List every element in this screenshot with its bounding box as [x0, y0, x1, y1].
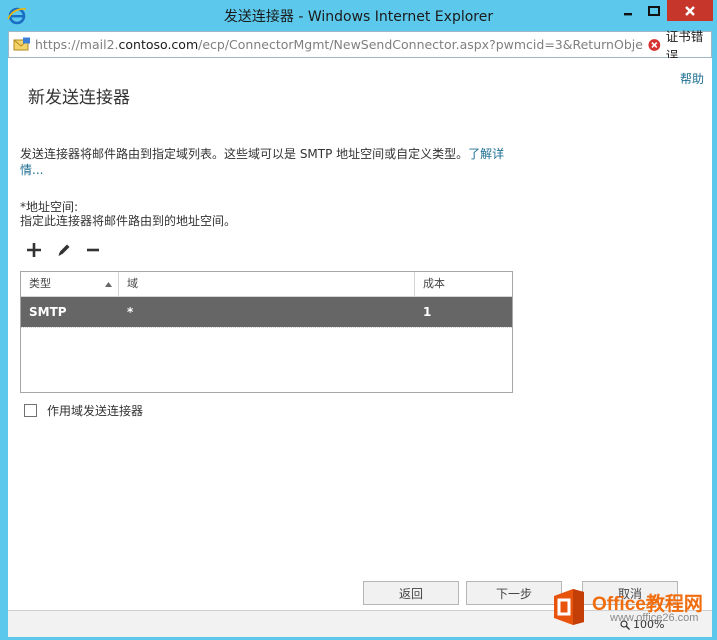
description: 发送连接器将邮件路由到指定域列表。这些域可以是 SMTP 地址空间或自定义类型。…	[20, 146, 510, 178]
column-header-type[interactable]: 类型	[21, 272, 119, 296]
address-space-label-block: *地址空间: 指定此连接器将邮件路由到的地址空间。	[20, 200, 236, 228]
edit-button[interactable]	[54, 240, 74, 260]
next-button[interactable]: 下一步	[466, 581, 562, 605]
help-link[interactable]: 帮助	[680, 70, 704, 87]
plus-icon	[27, 243, 41, 257]
cell-type: SMTP	[29, 305, 67, 319]
page-title: 新发送连接器	[28, 88, 130, 108]
minimize-icon	[624, 12, 632, 15]
minus-icon	[87, 248, 99, 252]
cell-cost: 1	[423, 305, 432, 319]
grid-header: 类型 域 成本	[21, 272, 512, 297]
column-header-domain-label: 域	[127, 277, 138, 290]
close-button[interactable]	[667, 0, 713, 21]
page-mail-icon	[13, 37, 30, 51]
address-url[interactable]: https://mail2.contoso.com/ecp/ConnectorM…	[35, 37, 643, 52]
minimize-button[interactable]	[615, 0, 641, 21]
pencil-icon	[58, 244, 70, 256]
address-bar[interactable]: https://mail2.contoso.com/ecp/ConnectorM…	[8, 29, 712, 63]
address-space-label: *地址空间:	[20, 200, 79, 214]
column-header-cost[interactable]: 成本	[415, 272, 512, 296]
url-path: /ecp/ConnectorMgmt/NewSendConnector.aspx…	[198, 37, 643, 52]
close-icon	[685, 5, 695, 16]
column-header-domain[interactable]: 域	[119, 272, 415, 296]
watermark-url: www.office26.com	[610, 612, 699, 624]
scoped-connector-checkbox[interactable]	[24, 403, 37, 417]
column-header-cost-label: 成本	[423, 277, 445, 290]
grid-empty-area	[21, 327, 512, 392]
title-bar: 发送连接器 - Windows Internet Explorer	[0, 0, 717, 31]
certificate-error[interactable]: 证书错误	[645, 29, 711, 63]
cell-domain: *	[127, 305, 134, 319]
address-space-hint: 指定此连接器将邮件路由到的地址空间。	[20, 214, 237, 228]
back-button[interactable]: 返回	[363, 581, 459, 605]
watermark: Office教程网 www.office26.com	[552, 582, 712, 630]
office-logo-icon	[554, 589, 584, 625]
error-shield-icon	[648, 39, 661, 51]
sort-ascending-icon	[105, 282, 112, 287]
scoped-connector-option: 作用域发送连接器	[24, 402, 143, 418]
description-text: 发送连接器将邮件路由到指定域列表。这些域可以是 SMTP 地址空间或自定义类型。	[20, 147, 469, 161]
add-button[interactable]	[24, 240, 44, 260]
page-content: 帮助 新发送连接器 发送连接器将邮件路由到指定域列表。这些域可以是 SMTP 地…	[8, 58, 712, 610]
column-header-type-label: 类型	[29, 277, 51, 290]
address-space-grid: 类型 域 成本 SMTP * 1	[20, 271, 513, 393]
maximize-button[interactable]	[641, 0, 667, 21]
table-row[interactable]: SMTP * 1	[21, 297, 512, 327]
scoped-connector-label: 作用域发送连接器	[47, 403, 144, 418]
url-prefix: https://mail2.	[35, 37, 119, 52]
maximize-icon	[648, 5, 660, 16]
url-host: contoso.com	[118, 37, 199, 52]
remove-button[interactable]	[83, 240, 103, 260]
window-title: 发送连接器 - Windows Internet Explorer	[223, 9, 494, 25]
